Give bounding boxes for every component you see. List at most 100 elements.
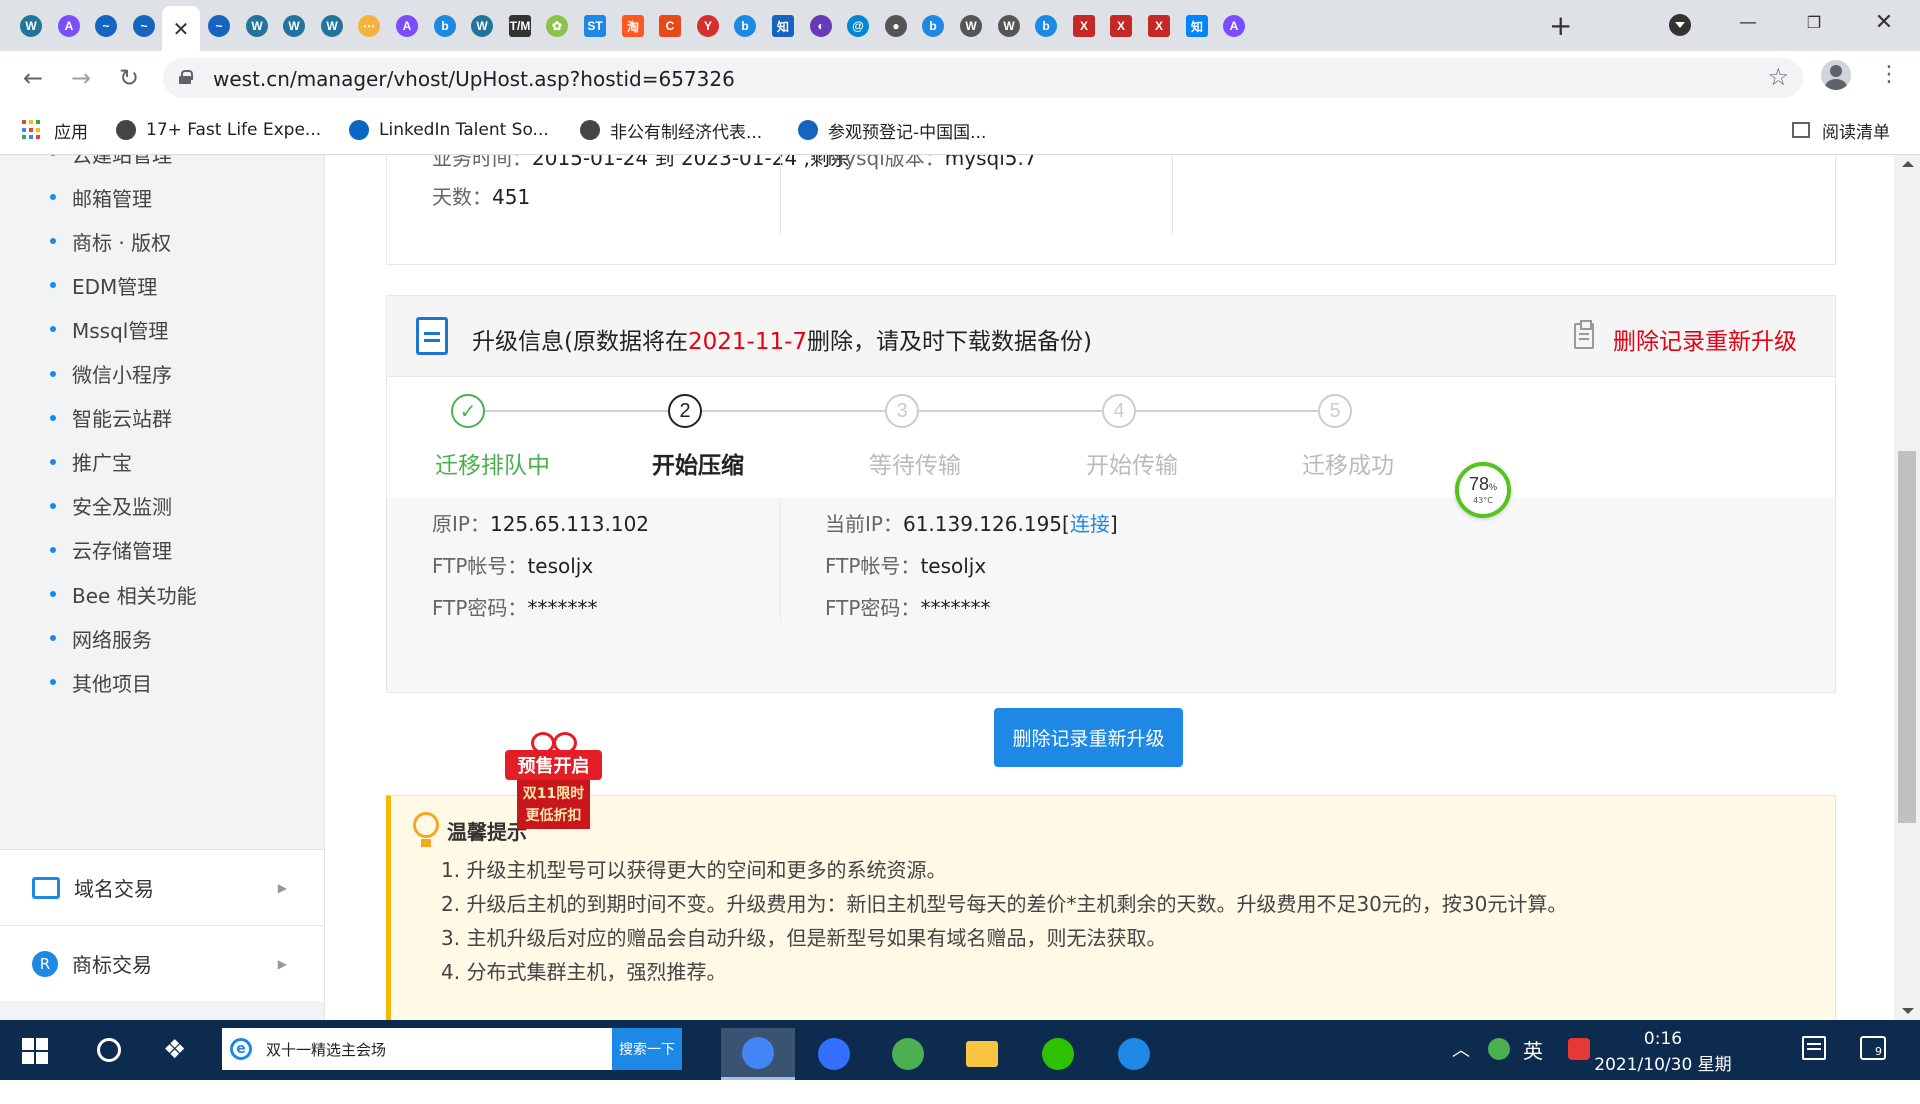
tip-line: 4. 分布式集群主机，强烈推荐。 bbox=[441, 960, 727, 984]
browser-tab[interactable]: ~ bbox=[125, 8, 163, 44]
sidebar-item[interactable]: 邮箱管理 bbox=[50, 182, 152, 212]
browser-tab[interactable]: A bbox=[388, 8, 426, 44]
browser-tab[interactable]: W bbox=[238, 8, 276, 44]
minimize-icon[interactable]: — bbox=[1726, 6, 1770, 38]
tray-app-icon[interactable] bbox=[1488, 1038, 1510, 1060]
task-view-icon[interactable]: ❖ bbox=[163, 1036, 197, 1064]
divider bbox=[780, 155, 781, 235]
browser-tab[interactable]: A bbox=[1215, 8, 1253, 44]
bookmark-item[interactable]: 17+ Fast Life Expe... bbox=[116, 117, 321, 143]
system-monitor-widget[interactable]: 78% 43°C bbox=[1455, 462, 1511, 518]
browser-tab[interactable]: ST bbox=[576, 8, 614, 44]
browser-tab[interactable]: ~ bbox=[87, 8, 125, 44]
taskbar-app[interactable] bbox=[1021, 1028, 1095, 1080]
bookmark-star-icon[interactable]: ☆ bbox=[1767, 63, 1789, 91]
browser-tab[interactable]: X bbox=[1140, 8, 1178, 44]
sidebar-item[interactable]: 安全及监测 bbox=[50, 491, 172, 521]
scroll-up-arrow-icon[interactable] bbox=[1902, 161, 1914, 167]
bookmark-item[interactable]: 参观预登记-中国国... bbox=[798, 117, 986, 143]
delete-and-reupgrade-link[interactable]: 删除记录重新升级 bbox=[1613, 322, 1797, 356]
browser-tab[interactable]: b bbox=[1027, 8, 1065, 44]
browser-tab[interactable]: b bbox=[426, 8, 464, 44]
restore-icon[interactable]: ❐ bbox=[1792, 6, 1836, 38]
sidebar-item[interactable]: 微信小程序 bbox=[50, 359, 172, 389]
step-connector bbox=[485, 410, 668, 412]
new-tab-icon[interactable]: + bbox=[1549, 10, 1572, 42]
show-desktop-icon[interactable] bbox=[1802, 1036, 1826, 1060]
sidebar-item[interactable]: Bee 相关功能 bbox=[50, 579, 197, 609]
browser-tab[interactable]: ● bbox=[877, 8, 915, 44]
sidebar-item[interactable]: 网络服务 bbox=[50, 623, 152, 653]
taskbar-search-text[interactable]: 双十一精选主会场 bbox=[266, 1039, 612, 1060]
browser-tab[interactable]: ✿ bbox=[538, 8, 576, 44]
sidebar-item[interactable]: EDM管理 bbox=[50, 270, 157, 300]
taskbar-app[interactable] bbox=[721, 1028, 795, 1080]
browser-tab[interactable]: b bbox=[914, 8, 952, 44]
sidebar-item-trademark-trade[interactable]: R 商标交易 ▶ bbox=[0, 925, 324, 1001]
browser-tab[interactable]: b bbox=[726, 8, 764, 44]
browser-tab[interactable]: 淘 bbox=[614, 8, 652, 44]
sidebar-item[interactable]: 云建站管理 bbox=[50, 155, 172, 168]
browser-tab[interactable]: W bbox=[990, 8, 1028, 44]
bookmark-item[interactable]: 非公有制经济代表... bbox=[580, 117, 762, 143]
connect-link[interactable]: 连接 bbox=[1070, 512, 1110, 536]
browser-tab[interactable]: @ bbox=[839, 8, 877, 44]
bookmark-item[interactable]: LinkedIn Talent So... bbox=[349, 117, 549, 143]
browser-tab[interactable]: A bbox=[50, 8, 88, 44]
sidebar-item[interactable]: 云存储管理 bbox=[50, 535, 172, 565]
window-close-icon[interactable]: ✕ bbox=[1862, 6, 1906, 38]
browser-tab[interactable]: C bbox=[651, 8, 689, 44]
browser-tab[interactable]: W bbox=[313, 8, 351, 44]
browser-tab[interactable]: W bbox=[952, 8, 990, 44]
trademark-icon: R bbox=[32, 950, 58, 977]
reading-list[interactable]: 阅读清单 bbox=[1792, 117, 1890, 143]
browser-menu-icon[interactable]: ⋮ bbox=[1878, 60, 1900, 90]
sidebar-item[interactable]: Mssql管理 bbox=[50, 314, 168, 344]
sidebar-item[interactable]: 其他项目 bbox=[50, 667, 152, 697]
system-clock[interactable]: 0:16 2021/10/30 星期六 bbox=[1588, 1026, 1738, 1104]
browser-tab[interactable]: W bbox=[275, 8, 313, 44]
tab-search-icon[interactable] bbox=[1669, 14, 1691, 36]
browser-tab[interactable]: W bbox=[12, 8, 50, 44]
browser-tab[interactable]: X bbox=[1065, 8, 1103, 44]
browser-tab[interactable]: X bbox=[1102, 8, 1140, 44]
scroll-down-arrow-icon[interactable] bbox=[1902, 1008, 1914, 1014]
ime-indicator[interactable]: 英 bbox=[1523, 1035, 1543, 1064]
browser-tab[interactable]: ⋯ bbox=[350, 8, 388, 44]
browser-tab[interactable]: 知 bbox=[1178, 8, 1216, 44]
browser-tab[interactable]: 知 bbox=[764, 8, 802, 44]
address-bar[interactable]: west.cn/manager/vhost/UpHost.asp?hostid=… bbox=[163, 58, 1803, 98]
browser-tab[interactable]: ◐ bbox=[802, 8, 840, 44]
delete-and-reupgrade-button[interactable]: 删除记录重新升级 bbox=[994, 708, 1183, 767]
back-icon[interactable]: ← bbox=[18, 63, 48, 93]
browser-tab[interactable]: W bbox=[463, 8, 501, 44]
cortana-icon[interactable] bbox=[97, 1038, 121, 1062]
windows-start-icon[interactable] bbox=[22, 1038, 48, 1064]
page-scrollbar[interactable] bbox=[1894, 155, 1920, 1020]
bookmark-apps[interactable]: 应用 bbox=[22, 117, 88, 143]
sidebar-item-domain-trade[interactable]: 域名交易 ▶ bbox=[0, 849, 324, 925]
browser-tab[interactable]: T/M bbox=[501, 8, 539, 44]
service-period: 业务时间：2015-01-24 到 2023-01-24 ,剩余 bbox=[432, 155, 850, 170]
sidebar-item[interactable]: 商标 · 版权 bbox=[50, 226, 171, 256]
browser-tab[interactable]: ~ bbox=[200, 8, 238, 44]
taskbar-app[interactable] bbox=[871, 1028, 945, 1080]
forward-icon[interactable]: → bbox=[66, 63, 96, 93]
sogou-icon[interactable] bbox=[1568, 1038, 1590, 1060]
scroll-thumb[interactable] bbox=[1898, 451, 1916, 823]
taskbar-app[interactable] bbox=[1097, 1028, 1171, 1080]
promo-gift-badge[interactable]: 预售开启 双11限时 更低折扣 bbox=[505, 732, 602, 829]
tray-expand-icon[interactable]: ︿ bbox=[1452, 1036, 1470, 1062]
reload-icon[interactable]: ↻ bbox=[114, 63, 144, 93]
browser-tab[interactable]: ✕ bbox=[162, 6, 200, 51]
browser-tab[interactable]: Y bbox=[689, 8, 727, 44]
taskbar-search-button[interactable]: 搜索一下 bbox=[612, 1028, 682, 1070]
taskbar-app[interactable] bbox=[797, 1028, 871, 1080]
taskbar-search[interactable]: e 双十一精选主会场 搜索一下 bbox=[222, 1028, 682, 1070]
sidebar-item[interactable]: 智能云站群 bbox=[50, 403, 172, 433]
sidebar-item[interactable]: 推广宝 bbox=[50, 447, 132, 477]
notification-center-icon[interactable]: 9 bbox=[1860, 1036, 1886, 1060]
url-text[interactable]: west.cn/manager/vhost/UpHost.asp?hostid=… bbox=[213, 67, 735, 91]
taskbar-app[interactable] bbox=[945, 1028, 1019, 1080]
profile-avatar[interactable] bbox=[1821, 60, 1851, 90]
